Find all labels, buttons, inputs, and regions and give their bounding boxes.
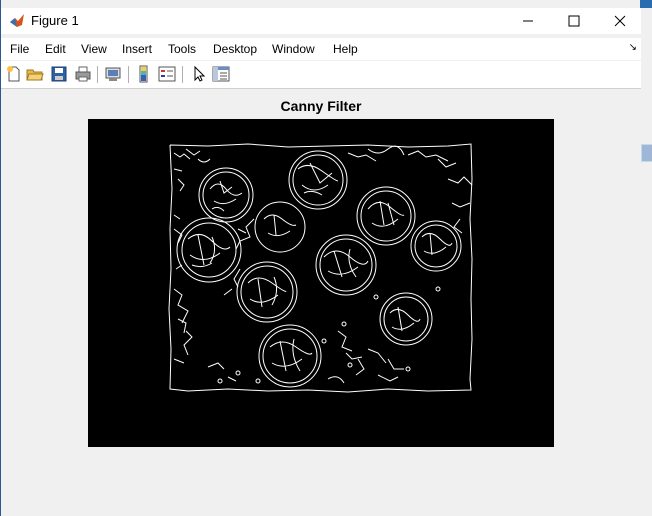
open-file-icon[interactable] <box>26 65 44 83</box>
window-title: Figure 1 <box>31 13 79 28</box>
colorbar-icon[interactable] <box>135 65 153 83</box>
menu-tools[interactable]: Tools <box>168 42 196 56</box>
background-window-edge <box>640 8 652 516</box>
toolbar-separator <box>97 66 98 83</box>
new-figure-icon[interactable] <box>5 65 23 83</box>
toolbar <box>1 61 641 89</box>
menu-view[interactable]: View <box>81 42 107 56</box>
save-icon[interactable] <box>50 65 68 83</box>
coin-edge <box>236 261 298 323</box>
edge-drawing <box>168 143 473 393</box>
axes-title: Canny Filter <box>280 98 362 114</box>
coin-edge <box>176 217 242 283</box>
menu-bar: File Edit View Insert Tools Desktop Wind… <box>1 38 641 60</box>
title-bar[interactable]: Figure 1 <box>1 8 641 34</box>
maximize-button[interactable] <box>551 8 597 34</box>
dock-arrow-icon[interactable]: ↘ <box>629 42 637 53</box>
print-icon[interactable] <box>74 65 92 83</box>
menu-window[interactable]: Window <box>272 42 315 56</box>
property-inspector-icon[interactable] <box>212 65 230 83</box>
menu-help[interactable]: Help <box>333 42 358 56</box>
coin-edge <box>258 324 322 388</box>
menu-desktop[interactable]: Desktop <box>213 42 257 56</box>
minimize-button[interactable] <box>505 8 551 34</box>
close-icon <box>614 15 626 27</box>
minimize-icon <box>523 20 533 22</box>
toolbar-separator <box>128 66 129 83</box>
menu-edit[interactable]: Edit <box>45 42 66 56</box>
close-button[interactable] <box>597 8 643 34</box>
coin-edge <box>315 234 377 296</box>
print-preview-icon[interactable] <box>104 65 122 83</box>
menu-insert[interactable]: Insert <box>122 42 152 56</box>
matlab-icon <box>10 14 24 27</box>
maximize-icon <box>568 15 580 27</box>
toolbar-separator <box>182 66 183 83</box>
figure-window: Figure 1 File Edit View Insert Tools Des… <box>0 0 641 516</box>
coin-edge <box>198 167 254 223</box>
canny-edge-image <box>88 119 554 447</box>
coin-edge <box>410 220 462 272</box>
legend-icon[interactable] <box>158 65 176 83</box>
select-pointer-icon[interactable] <box>190 65 208 83</box>
background-window-highlight-inner <box>642 145 652 161</box>
figure-canvas: Canny Filter <box>1 89 641 516</box>
menu-file[interactable]: File <box>10 42 29 56</box>
coin-edge <box>379 292 433 346</box>
coin-edge <box>254 201 306 253</box>
coin-edge <box>356 186 416 246</box>
